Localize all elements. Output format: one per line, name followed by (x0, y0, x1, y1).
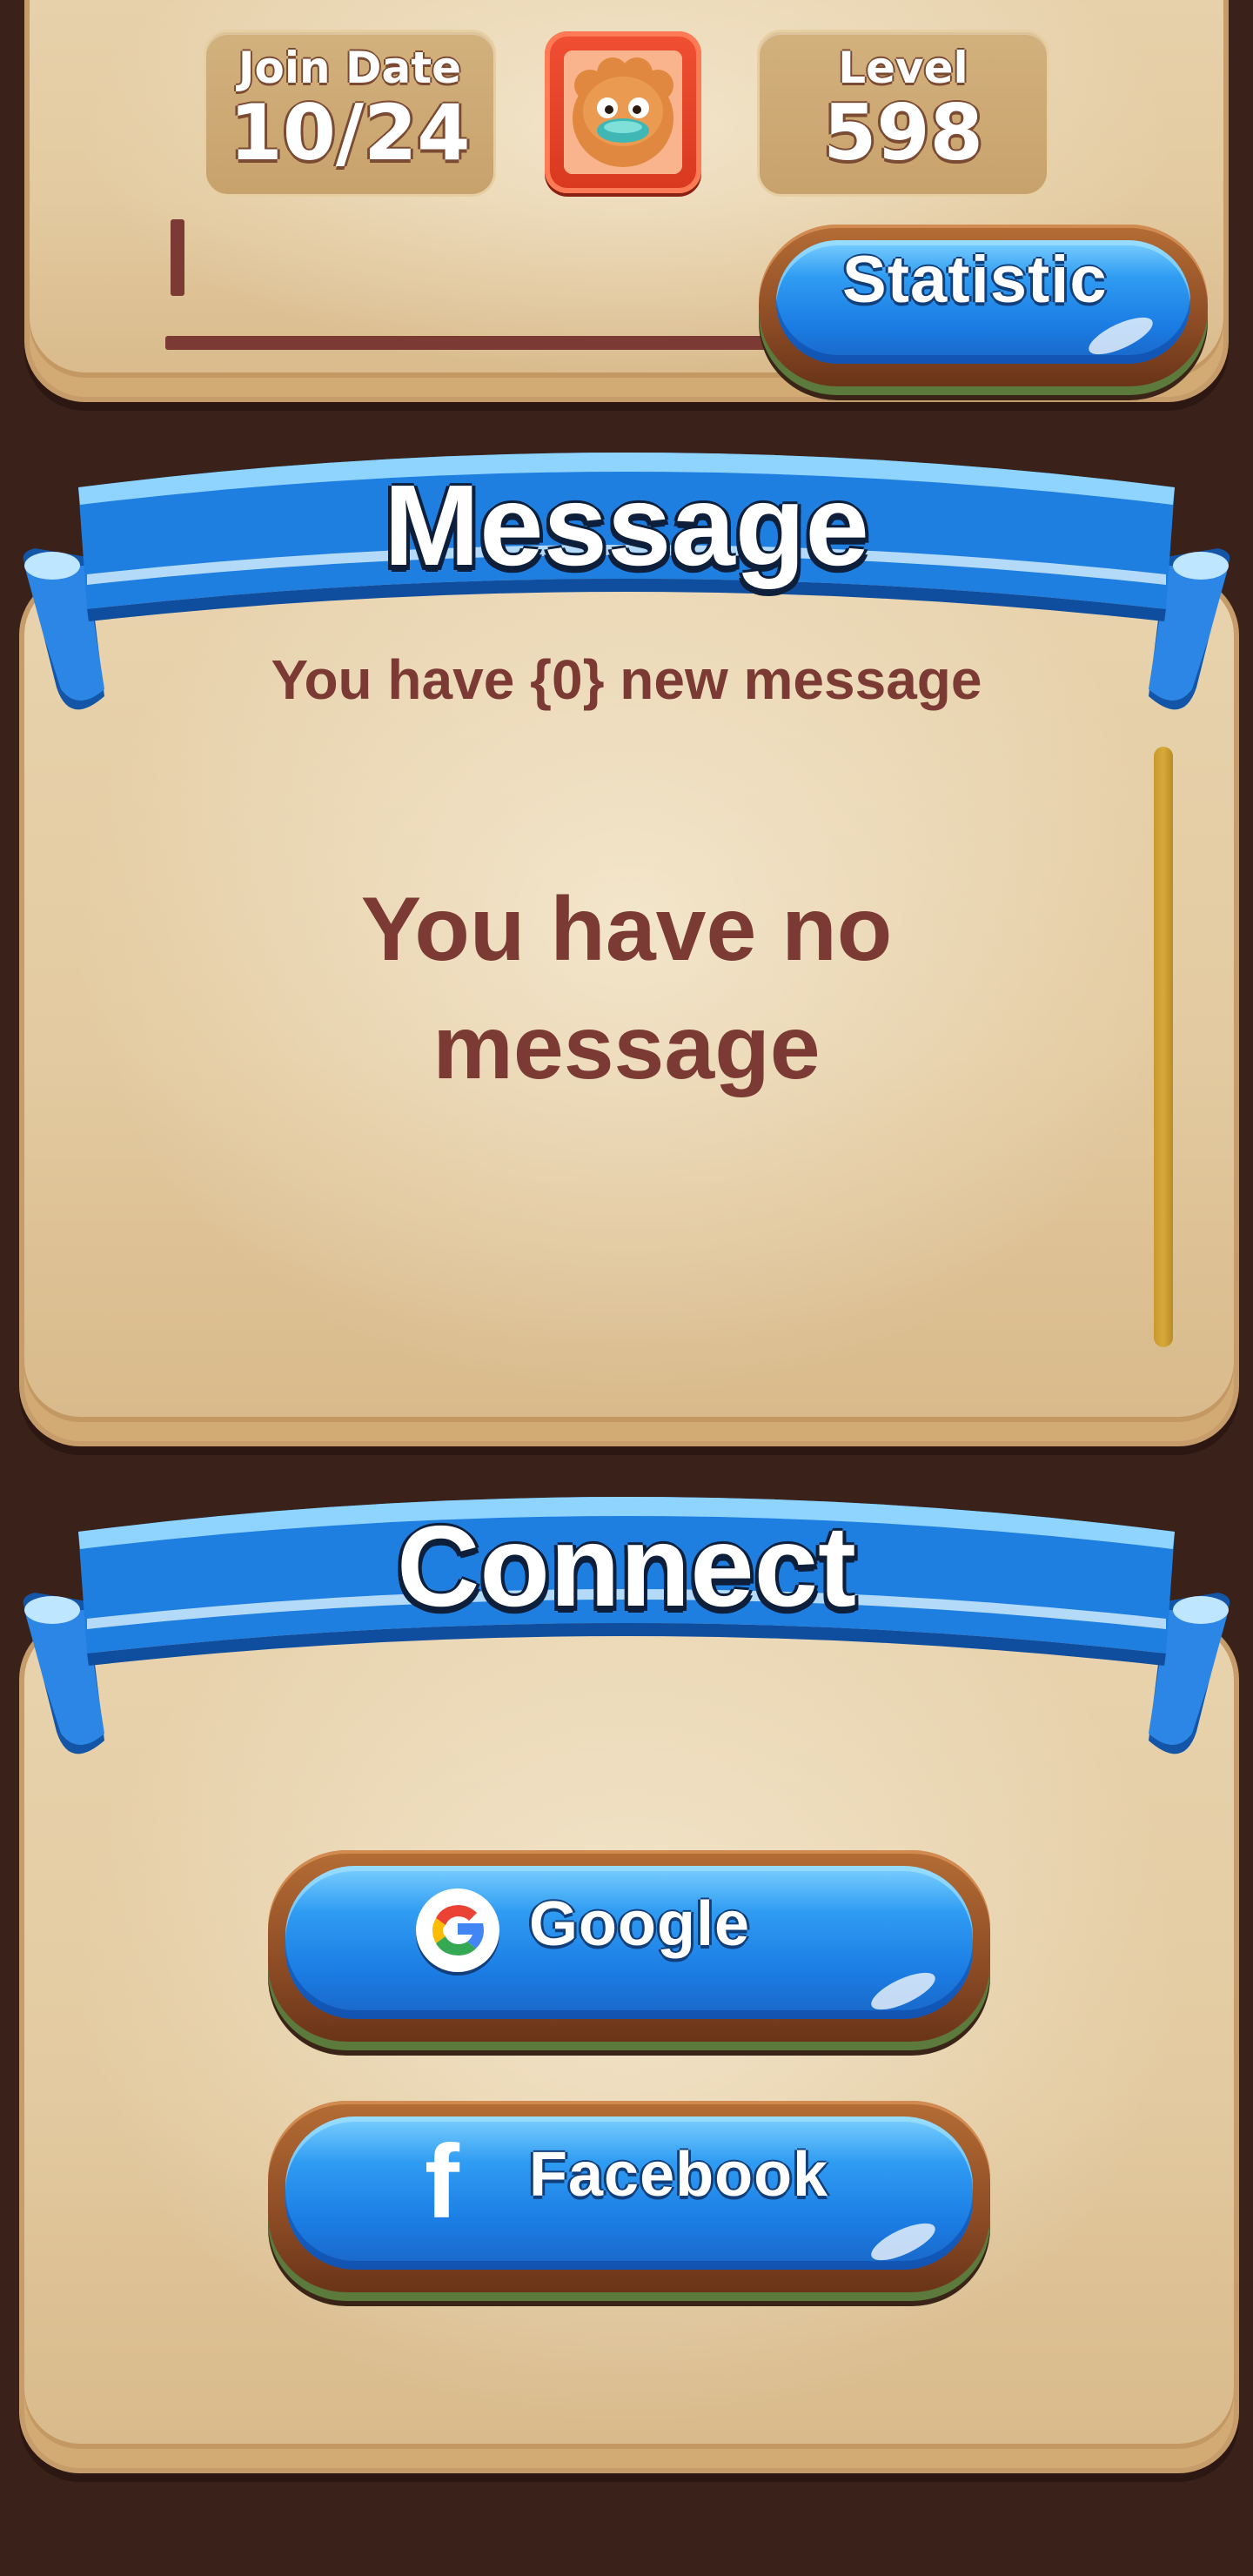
name-input-underline[interactable] (165, 336, 809, 350)
join-date-value: 10/24 (229, 88, 471, 178)
message-title: Message (384, 461, 869, 589)
level-box: Level 598 (757, 30, 1049, 197)
facebook-f-icon: f (425, 2123, 459, 2240)
facebook-button-label: Facebook (529, 2140, 829, 2210)
level-label: Level (838, 43, 968, 93)
join-date-label: Join Date (238, 43, 462, 93)
text-cursor (171, 219, 184, 296)
button-shine (1083, 310, 1158, 362)
join-date-box: Join Date 10/24 (204, 30, 496, 197)
google-button-label: Google (529, 1889, 750, 1959)
connect-ribbon: Connect (17, 1479, 1236, 1758)
statistic-button[interactable]: Statistic (759, 225, 1208, 386)
avatar[interactable] (545, 31, 701, 193)
puffy-character-avatar-icon (564, 50, 682, 174)
facebook-connect-button[interactable]: f Facebook (268, 2101, 990, 2292)
connect-title: Connect (397, 1502, 856, 1630)
level-value: 598 (823, 88, 983, 178)
message-scrollbar[interactable] (1154, 747, 1173, 1347)
google-g-icon (416, 1888, 499, 1972)
new-message-count: You have {0} new message (271, 648, 982, 711)
button-shine (866, 2216, 941, 2268)
empty-message-text: You have no message (360, 879, 893, 1098)
google-connect-button[interactable]: Google (268, 1850, 990, 2042)
statistic-button-label: Statistic (842, 243, 1108, 317)
button-shine (866, 1965, 941, 2017)
